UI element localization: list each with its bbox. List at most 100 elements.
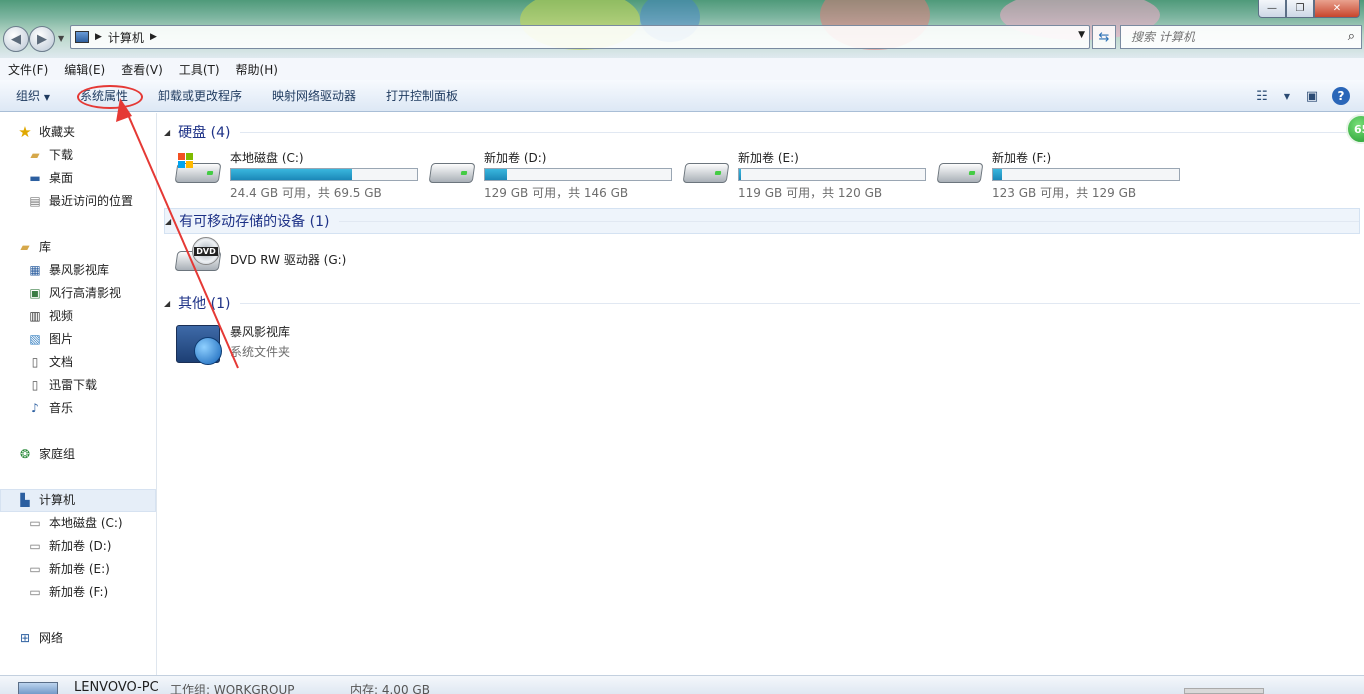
annotation-circle [77,85,143,109]
uninstall-program-button[interactable]: 卸载或更改程序 [158,87,242,104]
drive-tile-dvd[interactable]: DVD DVD RW 驱动器 (G:) [174,237,347,273]
document-icon: ▯ [31,354,39,369]
minimize-button[interactable]: — [1258,0,1286,18]
search-icon[interactable]: ⌕ [1348,29,1355,44]
collapse-triangle-icon[interactable]: ◢ [164,128,170,137]
drive-tile-c[interactable]: 本地磁盘 (C:) 24.4 GB 可用，共 69.5 GB [174,149,418,201]
hard-drive-icon: ▭ [29,538,41,553]
nav-label: 新加卷 (E:) [49,562,110,576]
menu-help[interactable]: 帮助(H) [236,61,278,78]
other-item-baofeng[interactable]: 暴风影视库 系统文件夹 [176,323,291,365]
system-drive-icon: ▭ [29,515,41,530]
hard-drive-icon [428,149,476,185]
nav-lib-pictures[interactable]: ▧ 图片 [27,330,73,347]
menu-tools[interactable]: 工具(T) [179,61,220,78]
nav-homegroup[interactable]: ❂ 家庭组 [17,445,75,462]
drive-name: 新加卷 (E:) [738,151,799,165]
change-view-icon[interactable]: ☷ [1252,86,1272,106]
drive-usage-bar [230,168,418,181]
address-bar[interactable]: ▶ 计算机 ▶ ▼ [70,25,1090,49]
group-header-hard-disks[interactable]: ◢ 硬盘 (4) [164,122,1360,142]
nav-lib-music[interactable]: ♪ 音乐 [27,399,73,416]
homegroup-icon: ❂ [19,446,31,461]
refresh-icon: ⇆ [1098,29,1110,45]
group-header-other[interactable]: ◢ 其他 (1) [164,293,1360,313]
drive-tile-e[interactable]: 新加卷 (E:) 119 GB 可用，共 120 GB [682,149,926,201]
resize-grip[interactable] [1184,688,1264,694]
organize-button[interactable]: 组织 ▼ [16,87,50,104]
music-note-icon: ♪ [31,400,39,415]
search-input[interactable] [1131,30,1331,44]
nav-lib-fengxing[interactable]: ▣ 风行高清影视 [27,284,121,301]
drive-free-space: 119 GB 可用，共 120 GB [738,186,883,200]
desktop-icon: ▬ [29,170,41,185]
library-icon: ▰ [20,239,30,254]
drive-name: DVD RW 驱动器 (G:) [230,253,347,267]
group-header-removable[interactable]: ◢ 有可移动存储的设备 (1) [164,208,1360,234]
breadcrumb-computer[interactable]: 计算机 [108,29,144,46]
hard-drive-icon [682,149,730,185]
item-name: 暴风影视库 [230,325,291,339]
network-icon: ⊞ [19,630,31,645]
hard-drive-icon [936,149,984,185]
collapse-triangle-icon[interactable]: ◢ [165,217,171,226]
drive-usage-bar [992,168,1180,181]
group-title: 有可移动存储的设备 (1) [179,214,330,230]
drive-tile-f[interactable]: 新加卷 (F:) 123 GB 可用，共 129 GB [936,149,1180,201]
menu-bar: 文件(F) 编辑(E) 查看(V) 工具(T) 帮助(H) [0,58,1364,80]
nav-libraries[interactable]: ▰ 库 [17,238,51,255]
maximize-button[interactable]: ❐ [1286,0,1314,18]
nav-lib-xunlei[interactable]: ▯ 迅雷下载 [27,376,97,393]
nav-drive-c[interactable]: ▭ 本地磁盘 (C:) [27,514,122,531]
nav-label: 迅雷下载 [49,378,98,392]
nav-drive-d[interactable]: ▭ 新加卷 (D:) [27,537,111,554]
title-bar: — ❐ ✕ ◀ ▶ ▼ ▶ 计算机 ▶ ▼ ⇆ ⌕ [0,0,1364,58]
computer-icon [75,31,89,43]
recent-places-icon: ▤ [29,193,41,208]
back-button[interactable]: ◀ [3,26,29,52]
nav-lib-videos[interactable]: ▥ 视频 [27,307,73,324]
nav-label: 库 [39,240,52,254]
search-box[interactable]: ⌕ [1120,25,1362,49]
nav-lib-documents[interactable]: ▯ 文档 [27,353,73,370]
video-library-icon: ▣ [29,285,41,300]
nav-downloads[interactable]: ▰ 下载 [27,146,73,163]
drive-free-space: 24.4 GB 可用，共 69.5 GB [230,186,382,200]
collapse-triangle-icon[interactable]: ◢ [164,299,170,308]
memory-label: 内存: 4.00 GB [350,683,430,694]
open-control-panel-button[interactable]: 打开控制面板 [386,87,458,104]
nav-computer[interactable]: ▙ 计算机 [17,491,75,508]
nav-network[interactable]: ⊞ 网络 [17,629,63,646]
forward-button[interactable]: ▶ [29,26,55,52]
preview-pane-icon[interactable]: ▣ [1302,86,1322,106]
refresh-button[interactable]: ⇆ [1092,25,1116,49]
nav-favorites[interactable]: ★ 收藏夹 [17,123,75,141]
view-controls: ☷ ▼ ▣ ? [1252,86,1350,106]
group-divider [339,220,1359,222]
nav-label: 网络 [39,631,64,645]
nav-desktop[interactable]: ▬ 桌面 [27,169,73,186]
drive-tile-d[interactable]: 新加卷 (D:) 129 GB 可用，共 146 GB [428,149,672,201]
history-dropdown-icon[interactable]: ▼ [58,34,64,43]
nav-drive-f[interactable]: ▭ 新加卷 (F:) [27,583,108,600]
forward-arrow-icon: ▶ [37,31,47,47]
menu-view[interactable]: 查看(V) [121,61,163,78]
video-library-icon: ▦ [29,262,41,277]
nav-recent-places[interactable]: ▤ 最近访问的位置 [27,192,133,209]
download-folder-icon: ▰ [30,147,40,162]
nav-label: 新加卷 (F:) [49,585,109,599]
close-button[interactable]: ✕ [1314,0,1360,18]
nav-lib-baofeng[interactable]: ▦ 暴风影视库 [27,261,109,278]
breadcrumb-separator-icon[interactable]: ▶ [150,32,157,42]
hard-drive-icon: ▭ [29,584,41,599]
nav-drive-e[interactable]: ▭ 新加卷 (E:) [27,560,110,577]
menu-file[interactable]: 文件(F) [8,61,48,78]
map-network-drive-button[interactable]: 映射网络驱动器 [272,87,356,104]
breadcrumb-separator-icon[interactable]: ▶ [95,32,102,42]
menu-edit[interactable]: 编辑(E) [64,61,105,78]
view-dropdown-icon[interactable]: ▼ [1282,86,1292,106]
address-dropdown-icon[interactable]: ▼ [1078,30,1085,40]
computer-icon: ▙ [20,492,30,507]
drive-name: 新加卷 (F:) [992,151,1052,165]
help-icon[interactable]: ? [1332,87,1350,105]
